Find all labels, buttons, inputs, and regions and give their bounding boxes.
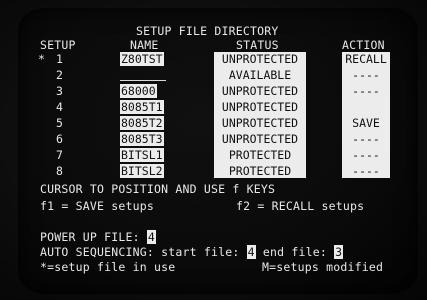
setup-number: 8: [56, 164, 64, 178]
setup-action[interactable]: ----: [342, 164, 390, 178]
auto-sequencing-label: AUTO SEQUENCING:: [40, 245, 154, 259]
start-file-label: start file:: [161, 245, 240, 259]
setup-number: 2: [56, 68, 64, 82]
empty-name-field[interactable]: [120, 80, 166, 81]
in-use-marker: *: [38, 52, 46, 66]
start-file-value[interactable]: 4: [246, 245, 256, 259]
column-header-setup: SETUP: [40, 38, 76, 52]
setup-name[interactable]: 68000: [120, 84, 157, 98]
setup-status[interactable]: AVAILABLE: [214, 68, 306, 82]
setup-action[interactable]: SAVE: [342, 116, 390, 130]
column-header-action: ACTION: [342, 38, 385, 52]
help-f2-key: f2 = RECALL setups: [236, 199, 365, 213]
setup-name[interactable]: Z80TST: [120, 52, 164, 66]
setup-action[interactable]: ----: [342, 84, 390, 98]
setup-status[interactable]: PROTECTED: [214, 148, 306, 162]
setup-status[interactable]: UNPROTECTED: [214, 84, 306, 98]
setup-number: 7: [56, 148, 64, 162]
setup-name[interactable]: BITSL1: [120, 148, 164, 162]
setup-number: 6: [56, 132, 64, 146]
end-file-label: end file:: [262, 245, 327, 259]
legend-modified: M=setups modified: [262, 260, 384, 274]
setup-number: 5: [56, 116, 64, 130]
column-header-name: NAME: [130, 38, 159, 52]
power-up-file-row: POWER UP FILE: 4: [40, 230, 156, 244]
setup-number: 4: [56, 100, 64, 114]
help-instructions: CURSOR TO POSITION AND USE f KEYS: [40, 182, 276, 196]
page-title: SETUP FILE DIRECTORY: [136, 24, 279, 38]
crt-screen: SETUP FILE DIRECTORY SETUP NAME STATUS A…: [18, 8, 418, 294]
setup-name[interactable]: 8085T2: [120, 116, 164, 130]
power-up-value[interactable]: 4: [146, 230, 156, 244]
legend-in-use: *=setup file in use: [40, 260, 176, 274]
setup-status[interactable]: UNPROTECTED: [214, 132, 306, 146]
setup-action[interactable]: ----: [342, 132, 390, 146]
setup-name[interactable]: 8085T3: [120, 132, 164, 146]
setup-name[interactable]: 8085T1: [120, 100, 164, 114]
power-up-label: POWER UP FILE:: [40, 230, 140, 244]
help-f1-key: f1 = SAVE setups: [40, 199, 154, 213]
end-file-value[interactable]: 3: [334, 245, 344, 259]
setup-name[interactable]: BITSL2: [120, 164, 164, 178]
setup-status[interactable]: UNPROTECTED: [214, 100, 306, 114]
column-header-status: STATUS: [236, 38, 279, 52]
setup-action[interactable]: ----: [342, 68, 390, 82]
setup-action[interactable]: ----: [342, 148, 390, 162]
setup-action[interactable]: RECALL: [342, 52, 390, 66]
setup-number: 1: [56, 52, 64, 66]
setup-status[interactable]: UNPROTECTED: [214, 116, 306, 130]
setup-status[interactable]: PROTECTED: [214, 164, 306, 178]
setup-status[interactable]: UNPROTECTED: [214, 52, 306, 66]
setup-number: 3: [56, 84, 64, 98]
auto-sequencing-row: AUTO SEQUENCING: start file: 4 end file:…: [40, 245, 344, 259]
